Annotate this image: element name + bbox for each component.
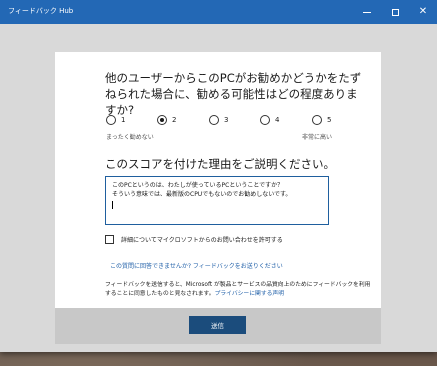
scale-low-label: まったく勧めない — [106, 134, 154, 141]
disclaimer: フィードバックを送信すると、Microsoft が製品とサービスの品質向上のため… — [105, 281, 371, 299]
reason-heading: このスコアを付けた理由をご説明ください。 — [105, 157, 335, 171]
radio-button-selected[interactable] — [157, 115, 167, 125]
rating-option-2[interactable]: 2 — [157, 114, 176, 126]
privacy-statement-link[interactable]: プライバシーに関する声明 — [215, 291, 284, 297]
survey-question: 他のユーザーからこのPCがお勧めかどうかをたずねられた場合に、勧める可能性はどの… — [105, 71, 362, 117]
cant-answer-link[interactable]: この質問に回答できませんか? フィードバックをお送りください — [110, 261, 283, 270]
footer-bar: 送信 — [55, 308, 381, 344]
minimize-button[interactable] — [353, 0, 381, 24]
rating-option-5[interactable]: 5 — [312, 114, 331, 126]
contact-checkbox-label: 詳細についてマイクロソフトからのお問い合わせを許可する — [121, 237, 283, 244]
rating-option-4[interactable]: 4 — [260, 114, 279, 126]
minimize-icon — [363, 11, 371, 13]
survey-card: 他のユーザーからこのPCがお勧めかどうかをたずねられた場合に、勧める可能性はどの… — [55, 52, 381, 308]
rating-label: 3 — [224, 116, 229, 124]
window-title: フィードバック Hub — [8, 7, 74, 15]
rating-label: 1 — [121, 116, 126, 124]
feedback-hub-window: フィードバック Hub ✕ 他のユーザーからこのPCがお勧めかどうかをたずねられ… — [0, 0, 437, 352]
rating-option-3[interactable]: 3 — [209, 114, 228, 126]
reason-text-line: このPCというのは、わたしが使っているPCということですか？ — [112, 182, 284, 189]
reason-text-line: そういう意味では、最新版のCPUでもないのでお勧めしないです。 — [112, 191, 292, 198]
title-bar: フィードバック Hub ✕ — [0, 0, 437, 24]
radio-button[interactable] — [209, 115, 219, 125]
contact-checkbox[interactable] — [105, 235, 114, 244]
close-button[interactable]: ✕ — [409, 0, 437, 24]
radio-button[interactable] — [106, 115, 116, 125]
maximize-icon — [391, 8, 399, 16]
window-controls: ✕ — [353, 0, 437, 24]
radio-button[interactable] — [260, 115, 270, 125]
rating-scale: 1 2 3 4 5 — [106, 114, 336, 126]
text-caret — [112, 201, 113, 209]
close-icon: ✕ — [418, 6, 428, 17]
radio-button[interactable] — [312, 115, 322, 125]
maximize-button[interactable] — [381, 0, 409, 24]
reason-textarea[interactable]: このPCというのは、わたしが使っているPCということですか？ そういう意味では、… — [105, 176, 329, 225]
send-button[interactable]: 送信 — [189, 316, 246, 334]
scale-high-label: 非常に高い — [302, 134, 333, 141]
rating-label: 2 — [172, 116, 177, 124]
rating-option-1[interactable]: 1 — [106, 114, 125, 126]
contact-permission-row[interactable]: 詳細についてマイクロソフトからのお問い合わせを許可する — [105, 235, 283, 244]
rating-label: 5 — [327, 116, 332, 124]
rating-label: 4 — [275, 116, 280, 124]
